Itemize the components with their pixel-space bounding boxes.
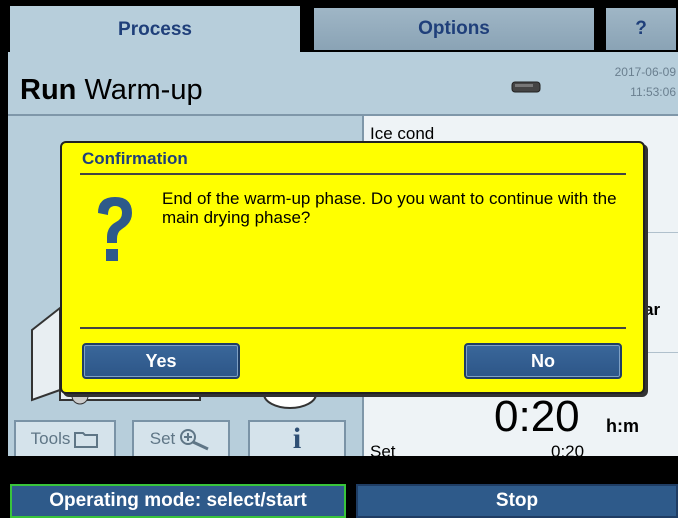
- info-icon: i: [292, 422, 302, 455]
- confirmation-dialog: Confirmation End of the warm-up phase. D…: [60, 141, 645, 394]
- date-text: 2017-06-09: [614, 65, 676, 79]
- yes-button[interactable]: Yes: [82, 343, 240, 379]
- question-mark-icon: [98, 197, 132, 261]
- pressure-unit-partial: ar: [644, 300, 661, 319]
- tab-bar: Process Options ?: [0, 0, 678, 54]
- no-button[interactable]: No: [464, 343, 622, 379]
- page-title: Run Warm-up: [20, 74, 203, 107]
- set-label: Set: [149, 429, 176, 448]
- zoom-in-icon: [180, 429, 209, 451]
- phase-time-value: 0:20: [494, 392, 580, 441]
- phase-time-unit: h:m: [606, 416, 639, 436]
- storage-drive-icon: [511, 81, 541, 93]
- dialog-button-divider: [80, 327, 626, 329]
- tab-process[interactable]: Process: [8, 4, 302, 54]
- tab-help[interactable]: ?: [604, 6, 678, 52]
- run-label: Run: [20, 74, 77, 106]
- set-zoom-button[interactable]: Set: [132, 420, 230, 458]
- tools-label: Tools: [30, 429, 71, 448]
- folder-icon: [74, 432, 99, 448]
- tab-options[interactable]: Options: [312, 6, 596, 52]
- datetime: 2017-06-09 11:53:06: [615, 62, 676, 102]
- phase-label: Warm-up: [84, 74, 203, 106]
- operating-mode-button[interactable]: Operating mode: select/start: [10, 484, 346, 518]
- dialog-title-divider: [80, 173, 626, 175]
- dialog-title: Confirmation: [82, 149, 188, 168]
- stop-button[interactable]: Stop: [356, 484, 678, 518]
- info-button[interactable]: i: [248, 420, 346, 458]
- tools-button[interactable]: Tools: [14, 420, 116, 458]
- time-text: 11:53:06: [630, 85, 676, 99]
- dialog-message: End of the warm-up phase. Do you want to…: [162, 189, 617, 227]
